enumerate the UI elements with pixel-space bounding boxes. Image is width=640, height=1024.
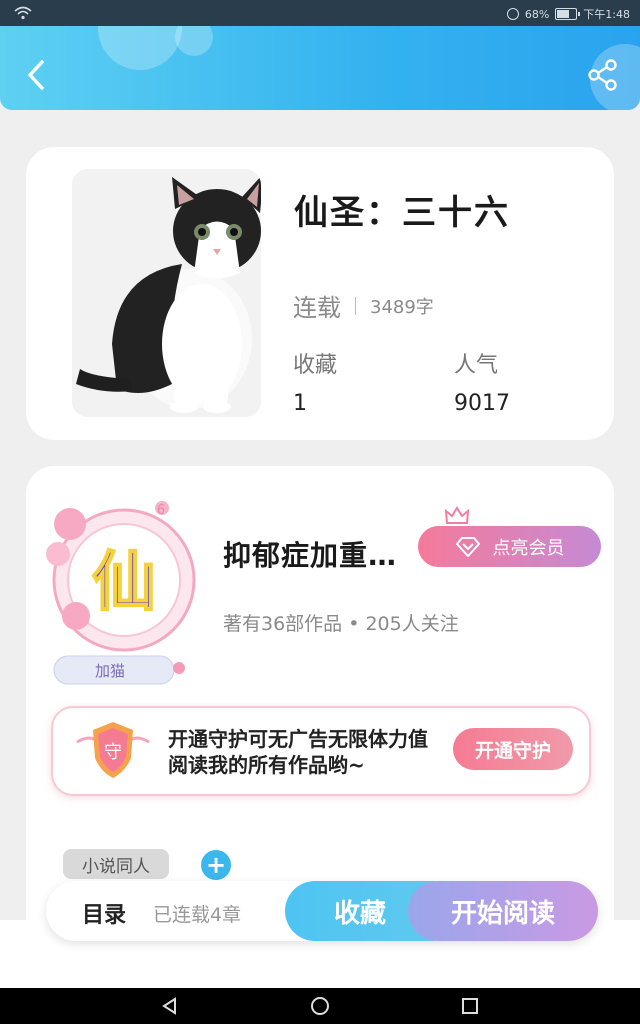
svg-text:6: 6 (157, 503, 165, 518)
book-info-card: 仙圣：三十六 连载 3489字 收藏 1 人气 9017 (26, 147, 614, 440)
avatar-tag: 加猫 (95, 662, 125, 680)
wifi-icon (14, 6, 32, 20)
word-count: 3489字 (370, 296, 434, 318)
diamond-icon (455, 536, 480, 557)
guard-shield-icon: 守 (76, 722, 150, 778)
book-cover-image[interactable] (72, 169, 261, 417)
serial-status: 连载 (293, 294, 341, 322)
genre-tag[interactable]: 小说同人 (63, 849, 169, 879)
nav-recents-icon[interactable] (460, 996, 480, 1016)
guard-badge-char: 守 (104, 742, 122, 763)
battery-icon (555, 8, 581, 20)
chapter-count: 已连载4章 (153, 904, 242, 926)
vip-button-label: 点亮会员 (492, 537, 565, 559)
avatar-character: 仙 (92, 546, 156, 620)
kitten-illustration (72, 169, 261, 417)
clock: 下午1:48 (583, 8, 630, 21)
battery-percent: 68% (524, 7, 550, 21)
guard-banner: 守 开通守护可无广告无限体力值阅读我的所有作品哟~ 开通守护 (51, 706, 591, 796)
vip-button[interactable]: 点亮会员 (418, 526, 601, 567)
crown-icon (444, 506, 470, 524)
action-bar: 目录 已连载4章 收藏 开始阅读 (46, 881, 598, 941)
book-status-row: 连载 3489字 (293, 288, 434, 323)
popularity-value: 9017 (454, 391, 510, 416)
header-bar (0, 26, 640, 110)
guard-description: 开通守护可无广告无限体力值阅读我的所有作品哟~ (168, 727, 428, 777)
popularity-label: 人气 (454, 353, 499, 378)
decor-bubble (98, 26, 182, 70)
decor-bubble (175, 26, 213, 56)
favorites-label: 收藏 (293, 353, 338, 378)
system-nav-bar (0, 988, 640, 1024)
author-name[interactable]: 抑郁症加重… (223, 534, 397, 574)
status-bar: 68% 下午1:48 (0, 0, 640, 26)
nav-home-icon[interactable] (310, 996, 330, 1016)
open-guard-button[interactable]: 开通守护 (453, 728, 573, 770)
toc-button[interactable]: 目录 (82, 897, 126, 929)
author-stats: 著有36部作品 • 205人关注 (223, 613, 459, 635)
back-chevron-icon[interactable] (22, 58, 52, 92)
book-title: 仙圣：三十六 (294, 193, 510, 233)
nav-back-icon[interactable] (160, 996, 180, 1016)
divider (355, 296, 356, 315)
favorites-value: 1 (293, 391, 307, 416)
author-avatar[interactable]: 6 仙 加猫 (40, 496, 200, 686)
share-icon[interactable] (586, 58, 620, 92)
alarm-icon (506, 8, 519, 20)
add-tag-button[interactable]: + (201, 850, 231, 880)
avatar-frame: 6 仙 加猫 (46, 501, 196, 685)
start-reading-button[interactable]: 开始阅读 (408, 881, 598, 941)
